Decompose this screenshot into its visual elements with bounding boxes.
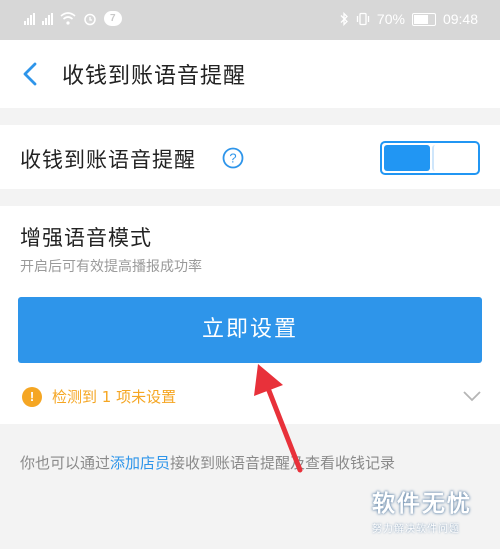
enhanced-mode-description: 开启后可有效提高播报成功率 <box>20 259 202 275</box>
signal-icon-2 <box>42 12 53 25</box>
signal-icon <box>24 12 35 25</box>
add-staff-link[interactable]: 添加店员 <box>110 454 170 472</box>
svg-text:?: ? <box>229 151 236 166</box>
app-header: 收钱到账语音提醒 <box>0 40 500 108</box>
watermark-title: 软件无忧 <box>372 491 472 517</box>
warning-text[interactable]: 检测到 1 项未设置 <box>52 386 176 407</box>
setup-now-button[interactable]: 立即设置 <box>18 297 482 363</box>
battery-icon <box>411 12 436 26</box>
voice-reminder-toggle[interactable] <box>380 141 480 175</box>
chevron-down-icon[interactable] <box>462 389 482 403</box>
footer-hint: 你也可以通过添加店员接收到账语音提醒及查看收钱记录 <box>20 452 395 473</box>
bluetooth-icon <box>340 12 348 26</box>
alarm-icon <box>84 13 96 25</box>
voice-reminder-row: 收钱到账语音提醒 ? <box>0 125 500 189</box>
status-bar: 7 70% 09:48 <box>0 0 500 40</box>
battery-percent: 70% <box>376 11 405 27</box>
vibrate-icon <box>356 12 370 26</box>
help-icon[interactable]: ? <box>222 147 244 169</box>
toggle-fill <box>384 145 430 171</box>
back-arrow-icon[interactable] <box>18 60 42 88</box>
watermark-subtitle: 努力解决软件问题 <box>372 524 460 535</box>
watermark: 软件无忧 努力解决软件问题 <box>372 484 490 538</box>
voice-reminder-label: 收钱到账语音提醒 <box>20 148 196 172</box>
warning-icon: ! <box>22 387 42 407</box>
footer-prefix: 你也可以通过 <box>20 454 111 472</box>
wifi-icon <box>60 12 76 25</box>
status-right: 70% 09:48 <box>339 11 478 27</box>
toggle-knob <box>432 145 476 171</box>
status-left: 7 <box>24 11 122 26</box>
status-time: 09:48 <box>442 11 478 27</box>
enhanced-mode-card: 增强语音模式 开启后可有效提高播报成功率 立即设置 ! 检测到 1 项未设置 <box>0 206 500 424</box>
footer-suffix: 接收到账语音提醒及查看收钱记录 <box>170 454 396 472</box>
page-title: 收钱到账语音提醒 <box>62 64 247 89</box>
enhanced-mode-title: 增强语音模式 <box>20 226 152 250</box>
notification-badge: 7 <box>104 11 122 26</box>
